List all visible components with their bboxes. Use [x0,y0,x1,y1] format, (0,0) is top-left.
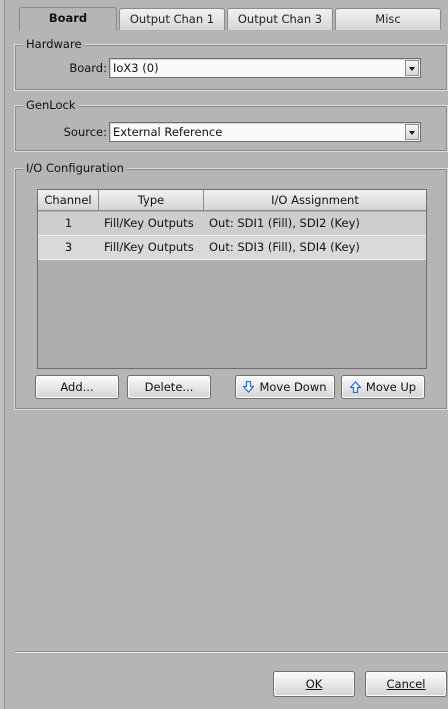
dialog-window: Board Output Chan 1 Output Chan 3 Misc H… [4,0,448,709]
tab-output-chan-1[interactable]: Output Chan 1 [119,8,225,30]
move-down-button[interactable]: Move Down [235,375,335,399]
hardware-group-title: Hardware [23,37,85,51]
column-header-io-assignment[interactable]: I/O Assignment [204,190,426,211]
table-row[interactable]: 1 Fill/Key Outputs Out: SDI1 (Fill), SDI… [38,212,426,236]
cell-io-assignment: Out: SDI3 (Fill), SDI4 (Key) [209,240,360,254]
hardware-group: Hardware Board: IoX3 (0) [14,37,448,91]
table-row[interactable]: 3 Fill/Key Outputs Out: SDI3 (Fill), SDI… [38,236,426,260]
column-header-channel[interactable]: Channel [38,190,99,211]
source-select[interactable]: External Reference [109,122,421,142]
board-label: Board: [69,61,107,75]
cell-type: Fill/Key Outputs [104,216,194,230]
arrow-down-icon [243,381,255,393]
board-select-value: IoX3 (0) [113,61,159,75]
genlock-group-title: GenLock [23,98,79,112]
add-button[interactable]: Add... [35,375,119,399]
cancel-button[interactable]: Cancel [365,671,447,697]
io-table-header: Channel Type I/O Assignment [38,190,426,211]
ok-button[interactable]: OK [273,671,355,697]
source-select-value: External Reference [113,125,223,139]
board-select[interactable]: IoX3 (0) [109,58,421,78]
cell-channel: 3 [64,240,73,254]
arrow-up-icon [349,381,361,393]
cell-type: Fill/Key Outputs [104,240,194,254]
move-up-label: Move Up [365,380,417,394]
chevron-down-icon[interactable] [405,60,419,76]
source-label: Source: [63,125,107,139]
ok-label: OK [305,677,323,691]
move-down-label: Move Down [259,380,327,394]
tab-output-chan-3[interactable]: Output Chan 3 [227,8,333,30]
move-up-button[interactable]: Move Up [341,375,425,399]
io-table[interactable]: Channel Type I/O Assignment 1 Fill/Key O… [37,189,427,369]
tab-board[interactable]: Board [19,7,117,31]
cell-io-assignment: Out: SDI1 (Fill), SDI2 (Key) [209,216,360,230]
cancel-label: Cancel [386,677,426,691]
io-group-title: I/O Configuration [23,161,127,175]
column-header-type[interactable]: Type [99,190,204,211]
chevron-down-icon[interactable] [405,124,419,140]
cell-channel: 1 [64,216,73,230]
genlock-group: GenLock Source: External Reference [14,98,448,152]
delete-button[interactable]: Delete... [127,375,211,399]
dialog-separator [15,651,448,653]
tab-misc[interactable]: Misc [335,8,441,30]
